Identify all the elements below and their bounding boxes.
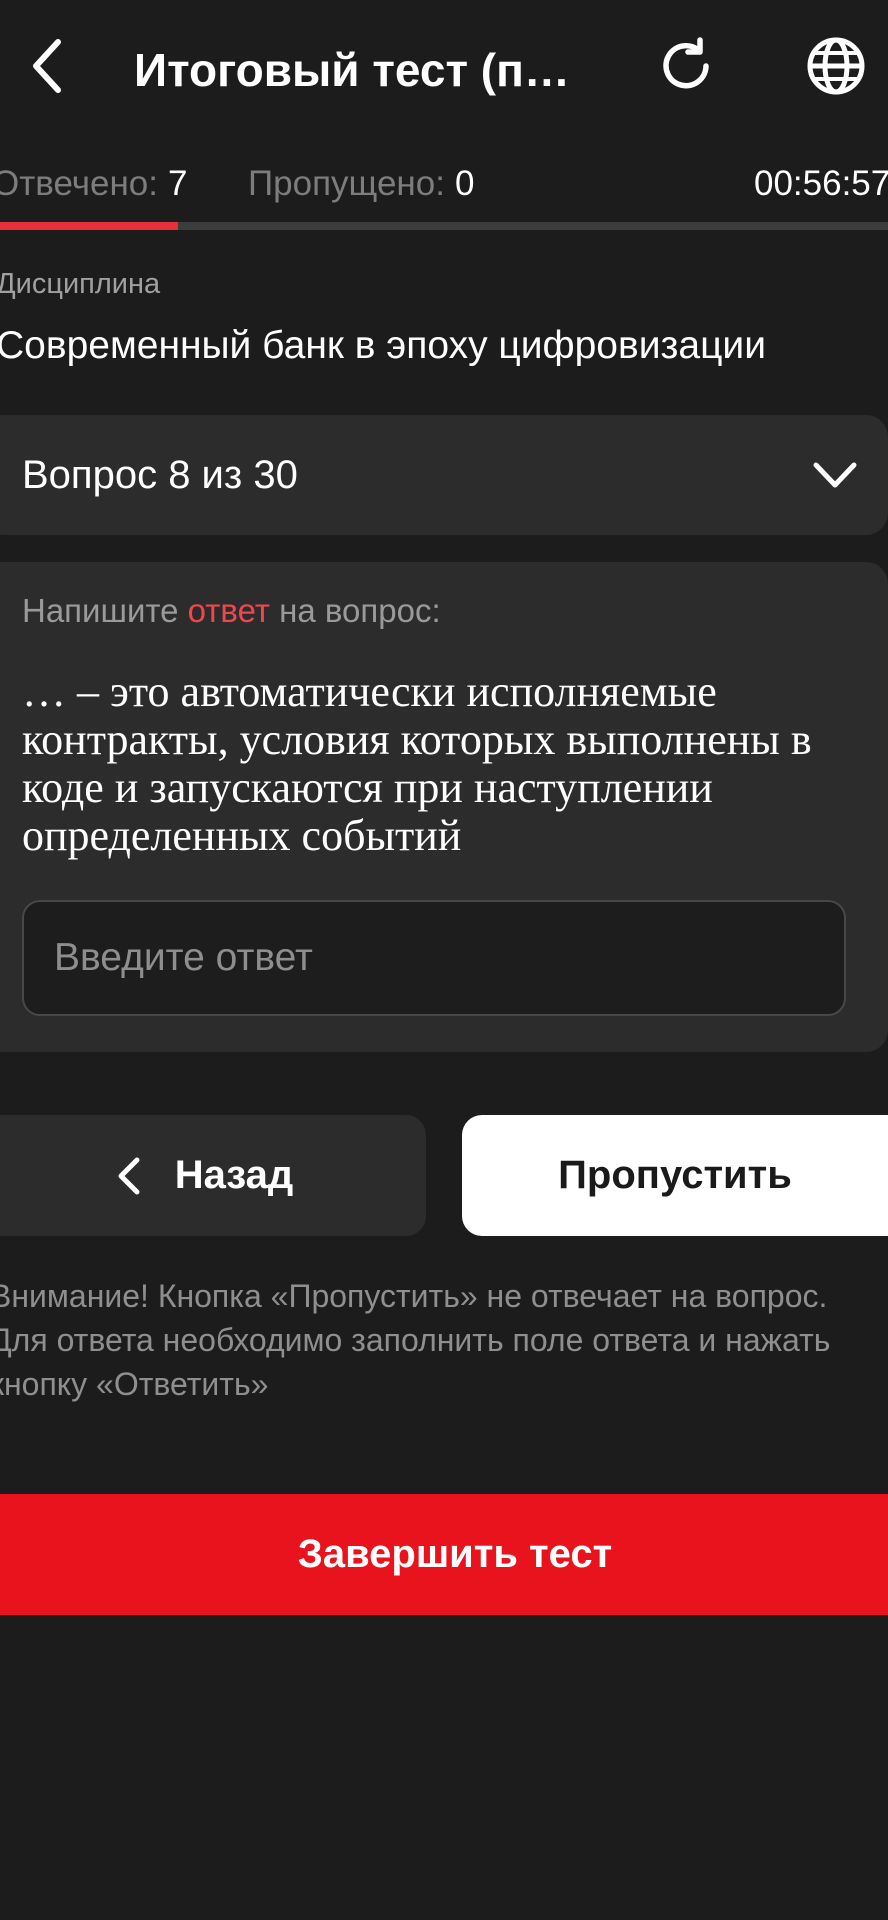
globe-icon	[805, 35, 867, 102]
back-nav-label: Назад	[174, 1153, 294, 1197]
answered-label: Отвечено:	[0, 164, 158, 203]
chevron-left-icon	[30, 38, 64, 99]
app-header: Итоговый тест (пе…	[0, 0, 888, 140]
prompt-text-after: на вопрос:	[269, 592, 441, 629]
skip-warning-text: Внимание! Кнопка «Пропустить» не отвечае…	[0, 1278, 831, 1402]
back-nav-button[interactable]: Назад	[0, 1115, 426, 1236]
language-button[interactable]	[800, 32, 872, 104]
page-title: Итоговый тест (пе…	[134, 44, 594, 96]
skip-label: Пропустить	[558, 1153, 792, 1197]
progress-fill	[0, 222, 178, 230]
discipline-name: Современный банк в эпоху цифровизации	[0, 324, 766, 367]
skipped-counter: Пропущено: 0	[248, 160, 474, 208]
skipped-value: 0	[454, 164, 475, 203]
progress-bar	[0, 222, 888, 230]
answered-counter: Отвечено: 7	[0, 160, 187, 208]
finish-test-button[interactable]: Завершить тест	[0, 1494, 888, 1615]
timer: 00:56:57	[754, 164, 888, 203]
question-card: Напишите ответ на вопрос: … – это автома…	[0, 562, 888, 1052]
question-prompt: Напишите ответ на вопрос:	[22, 592, 441, 630]
skipped-label: Пропущено:	[248, 164, 445, 203]
question-selector-label: Вопрос 8 из 30	[22, 453, 298, 497]
refresh-icon	[656, 36, 716, 101]
chevron-down-icon	[810, 453, 860, 497]
discipline-label: Дисциплина	[0, 268, 161, 300]
prompt-accent: ответ	[187, 592, 270, 629]
skip-button[interactable]: Пропустить	[462, 1115, 888, 1236]
prompt-text-before: Напишите	[22, 592, 188, 629]
test-stats: Отвечено: 7 Пропущено: 0 00:56:57	[0, 160, 888, 208]
refresh-button[interactable]	[650, 32, 722, 104]
question-text: … – это автоматически исполняемые контра…	[22, 667, 812, 860]
question-selector[interactable]: Вопрос 8 из 30	[0, 415, 888, 535]
chevron-left-icon	[113, 1156, 145, 1196]
answered-value: 7	[167, 164, 188, 203]
finish-test-label: Завершить тест	[297, 1532, 613, 1576]
back-button[interactable]	[20, 30, 74, 106]
answer-input[interactable]	[22, 900, 846, 1016]
